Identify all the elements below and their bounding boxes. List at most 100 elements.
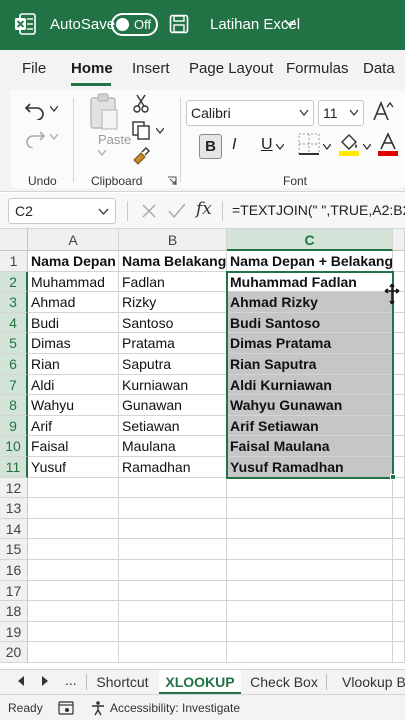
select-all-corner[interactable] [0,229,28,251]
name-box[interactable]: C2 [8,198,116,224]
fill-color-icon[interactable] [338,132,360,156]
empty-cell[interactable] [28,477,119,499]
empty-cell[interactable] [28,601,119,622]
table-cell[interactable]: Aldi Kurniawan [227,374,393,396]
sheet-tab-shortcut[interactable]: Shortcut [87,670,158,694]
row-header-18[interactable]: 18 [0,601,28,622]
paste-dropdown-icon[interactable] [98,150,106,156]
table-cell[interactable]: Setiawan [119,415,227,437]
row-header-20[interactable]: 20 [0,642,28,663]
row-header-17[interactable]: 17 [0,580,28,602]
empty-cell[interactable] [393,539,405,560]
empty-cell[interactable] [119,580,227,602]
empty-cell[interactable] [227,518,393,540]
copy-dropdown-icon[interactable] [156,128,164,134]
empty-cell[interactable] [119,539,227,560]
tab-page-layout[interactable]: Page Layout [189,60,273,77]
table-cell[interactable]: Rian Saputra [227,354,393,375]
header-cell[interactable]: Nama Depan + Belakang [227,251,393,272]
column-header-a[interactable]: A [28,229,119,251]
row-header-14[interactable]: 14 [0,518,28,540]
table-cell[interactable]: Ahmad [28,292,119,313]
empty-cell[interactable] [393,374,405,396]
empty-cell[interactable] [393,333,405,354]
row-header-15[interactable]: 15 [0,539,28,560]
macro-recording-icon[interactable] [58,700,74,716]
empty-cell[interactable] [393,477,405,499]
copy-icon[interactable] [131,120,151,140]
empty-cell[interactable] [393,251,405,272]
column-header-d[interactable] [393,229,405,251]
bold-button[interactable]: B [199,134,222,159]
table-cell[interactable]: Yusuf Ramadhan [227,457,393,478]
dialog-launcher-icon[interactable] [167,176,177,186]
table-cell[interactable]: Muhammad [28,271,119,293]
sheet-tab-vlookup[interactable]: Vlookup B [334,670,405,694]
row-header-6[interactable]: 6 [0,354,28,375]
empty-cell[interactable] [119,601,227,622]
row-header-11[interactable]: 11 [0,457,28,478]
tab-insert[interactable]: Insert [132,60,170,77]
table-cell[interactable]: Aldi [28,374,119,396]
table-cell[interactable]: Arif Setiawan [227,415,393,437]
empty-cell[interactable] [393,642,405,663]
column-header-b[interactable]: B [119,229,227,251]
empty-cell[interactable] [393,312,405,334]
table-cell[interactable]: Rizky [119,292,227,313]
empty-cell[interactable] [28,621,119,643]
table-cell[interactable]: Ramadhan [119,457,227,478]
borders-dropdown-icon[interactable] [323,144,331,150]
row-header-5[interactable]: 5 [0,333,28,354]
increase-font-size-icon[interactable] [372,100,394,122]
empty-cell[interactable] [393,601,405,622]
row-header-4[interactable]: 4 [0,312,28,334]
tab-formulas[interactable]: Formulas [286,60,349,77]
empty-cell[interactable] [393,395,405,416]
table-cell[interactable]: Kurniawan [119,374,227,396]
empty-cell[interactable] [119,498,227,519]
row-header-16[interactable]: 16 [0,560,28,581]
chevron-down-icon[interactable] [284,17,296,29]
accessibility-status[interactable]: Accessibility: Investigate [110,701,240,715]
empty-cell[interactable] [28,539,119,560]
row-header-9[interactable]: 9 [0,415,28,437]
header-cell[interactable]: Nama Belakang [119,251,227,272]
row-header-1[interactable]: 1 [0,251,28,272]
empty-cell[interactable] [227,539,393,560]
scroll-right-icon[interactable] [41,676,49,686]
empty-cell[interactable] [393,354,405,375]
row-header-13[interactable]: 13 [0,498,28,519]
insert-function-button[interactable]: fx [196,199,212,219]
empty-cell[interactable] [393,580,405,602]
empty-cell[interactable] [227,621,393,643]
fill-handle[interactable] [390,473,396,480]
row-header-19[interactable]: 19 [0,621,28,643]
empty-cell[interactable] [119,642,227,663]
empty-cell[interactable] [393,436,405,457]
table-cell[interactable]: Santoso [119,312,227,334]
table-cell[interactable]: Budi [28,312,119,334]
row-header-3[interactable]: 3 [0,292,28,313]
more-sheets-button[interactable]: ... [65,672,77,688]
empty-cell[interactable] [393,621,405,643]
undo-dropdown-icon[interactable] [50,106,58,112]
empty-cell[interactable] [119,621,227,643]
table-cell[interactable]: Faisal [28,436,119,457]
table-cell[interactable]: Fadlan [119,271,227,293]
italic-button[interactable]: I [232,136,236,154]
cut-icon[interactable] [132,94,150,114]
redo-icon[interactable] [24,128,46,148]
empty-cell[interactable] [393,560,405,581]
table-cell[interactable]: Dimas [28,333,119,354]
empty-cell[interactable] [28,560,119,581]
empty-cell[interactable] [227,477,393,499]
tab-home[interactable]: Home [71,60,113,77]
underline-dropdown-icon[interactable] [276,144,284,150]
row-header-12[interactable]: 12 [0,477,28,499]
empty-cell[interactable] [28,642,119,663]
table-cell[interactable]: Gunawan [119,395,227,416]
empty-cell[interactable] [393,498,405,519]
borders-icon[interactable] [297,132,321,156]
worksheet-grid[interactable]: A B C 1 Nama Depan Nama Belakang Nama Depan… [0,229,405,669]
table-cell[interactable]: Rian [28,354,119,375]
